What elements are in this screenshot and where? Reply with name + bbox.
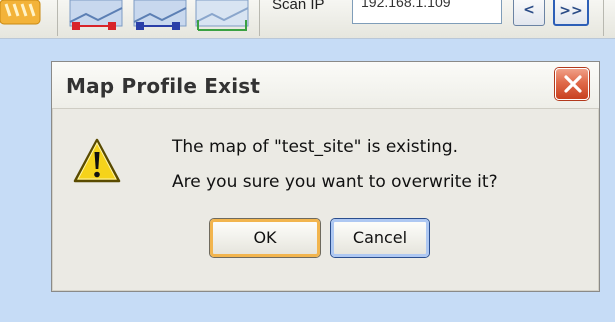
- dialog-title: Map Profile Exist: [66, 74, 261, 98]
- toolbar-separator: [57, 0, 58, 36]
- warning-icon: [72, 137, 122, 189]
- toolbar-separator: [259, 0, 260, 36]
- map-green-icon[interactable]: [194, 0, 252, 38]
- message-line-2: Are you sure you want to overwrite it?: [172, 172, 498, 192]
- toolbar-orange-icon[interactable]: [0, 0, 44, 34]
- map-blue-icon[interactable]: [132, 0, 190, 38]
- map-profile-dialog: Map Profile Exist The map of "test_site"…: [51, 61, 600, 292]
- next-button[interactable]: >>: [553, 0, 589, 26]
- scan-ip-label: Scan IP: [272, 0, 325, 13]
- toolbar-separator: [603, 0, 604, 36]
- prev-button[interactable]: <: [513, 0, 545, 26]
- message-line-1: The map of "test_site" is existing.: [172, 137, 459, 157]
- background-toolbar: Scan IP 192.168.1.109 < >>: [0, 0, 615, 39]
- close-button[interactable]: [555, 68, 589, 100]
- ok-button[interactable]: OK: [210, 219, 320, 257]
- map-red-icon[interactable]: [68, 0, 126, 38]
- cancel-button[interactable]: Cancel: [331, 219, 429, 257]
- dialog-titlebar[interactable]: Map Profile Exist: [52, 62, 599, 109]
- dialog-body: The map of "test_site" is existing. Are …: [52, 109, 599, 291]
- scan-ip-input[interactable]: 192.168.1.109: [352, 0, 502, 24]
